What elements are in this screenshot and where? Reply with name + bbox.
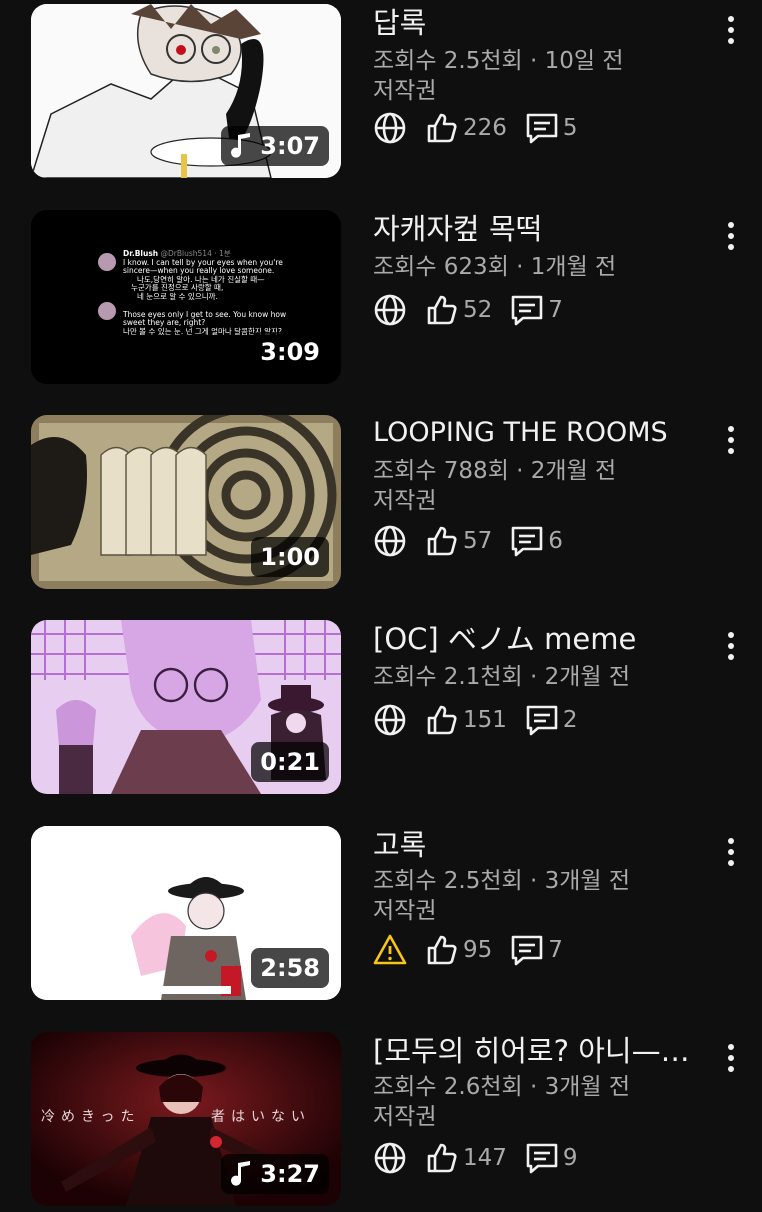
thumbs-up-icon	[425, 111, 459, 145]
video-meta: 조회수 2.6천회 · 3개월 전	[373, 1074, 631, 1100]
comment-count: 9	[562, 1145, 578, 1171]
license-label: 저작권	[373, 1104, 437, 1130]
video-title[interactable]: [모두의 히어로? 아니—…	[373, 1032, 703, 1070]
comment-icon	[510, 293, 544, 327]
video-title[interactable]: 자캐자컾 목떡	[373, 210, 703, 248]
video-stats: 95 7	[373, 930, 563, 970]
duration-text: 2:58	[260, 954, 320, 982]
comment-count: 7	[548, 297, 563, 323]
video-title[interactable]: [OC] ベノム meme	[373, 620, 703, 658]
comment-count: 6	[548, 528, 563, 554]
video-title[interactable]: LOOPING THE ROOMS	[373, 414, 703, 452]
video-item[interactable]: 2:58 고록 조회수 2.5천회 · 3개월 전 저작권 95 7	[0, 826, 762, 1006]
video-item[interactable]: Dr.Blush @DrBlush514 · 1분 I know. I can …	[0, 210, 762, 390]
video-stats: 52 7	[373, 290, 563, 330]
video-stats: 226 5	[373, 108, 578, 148]
comment-icon	[525, 703, 559, 737]
duration-badge: 2:58	[251, 948, 329, 988]
duration-badge: 0:21	[251, 742, 329, 782]
video-meta: 조회수 2.1천회 · 2개월 전	[373, 664, 631, 690]
duration-text: 1:00	[260, 543, 320, 571]
comment-icon	[510, 933, 544, 967]
more-options-button[interactable]	[716, 832, 746, 872]
more-options-button[interactable]	[716, 10, 746, 50]
video-thumbnail[interactable]: 1:00	[31, 415, 341, 589]
video-stats: 57 6	[373, 521, 563, 561]
thumbs-up-icon	[425, 933, 459, 967]
video-thumbnail[interactable]: Dr.Blush @DrBlush514 · 1분 I know. I can …	[31, 210, 341, 384]
duration-text: 0:21	[260, 748, 320, 776]
video-thumbnail[interactable]: 0:21	[31, 620, 341, 794]
globe-icon	[373, 293, 407, 327]
comment-count: 7	[548, 937, 563, 963]
comment-count: 2	[562, 707, 578, 733]
video-thumbnail[interactable]: 3:07	[31, 4, 341, 178]
video-thumbnail[interactable]: 2:58	[31, 826, 341, 1000]
thumbnail-caption-left: 冷めきった	[41, 1109, 141, 1125]
comment-icon	[525, 111, 559, 145]
music-note-icon	[231, 1161, 251, 1186]
video-title[interactable]: 고록	[373, 826, 703, 864]
duration-text: 3:09	[260, 338, 320, 366]
video-list: 3:07 답록 조회수 2.5천회 · 10일 전 저작권 226 5 Dr.B…	[0, 0, 762, 1206]
globe-icon	[373, 703, 407, 737]
license-label: 저작권	[373, 78, 437, 104]
duration-badge: 3:07	[221, 126, 329, 166]
more-options-button[interactable]	[716, 626, 746, 666]
more-options-button[interactable]	[716, 1038, 746, 1078]
duration-text: 3:27	[260, 1160, 320, 1188]
tweet-handle: @DrBlush514 · 1분	[160, 249, 231, 258]
video-meta: 조회수 2.5천회 · 3개월 전	[373, 868, 631, 894]
warning-icon	[373, 933, 407, 967]
like-count: 57	[463, 528, 493, 554]
comment-icon	[510, 524, 544, 558]
thumbs-up-icon	[425, 703, 459, 737]
duration-badge: 1:00	[251, 537, 329, 577]
video-thumbnail[interactable]: 冷めきった 者はいない 3:27	[31, 1032, 341, 1206]
like-count: 147	[463, 1145, 507, 1171]
video-stats: 151 2	[373, 700, 578, 740]
comment-count: 5	[562, 115, 578, 141]
thumbs-up-icon	[425, 293, 459, 327]
like-count: 151	[463, 707, 507, 733]
tweet-author: Dr.Blush	[123, 249, 159, 258]
duration-badge: 3:09	[251, 332, 329, 372]
more-options-button[interactable]	[716, 420, 746, 460]
comment-icon	[525, 1141, 559, 1175]
thumbs-up-icon	[425, 524, 459, 558]
video-item[interactable]: 3:07 답록 조회수 2.5천회 · 10일 전 저작권 226 5	[0, 4, 762, 184]
like-count: 95	[463, 937, 493, 963]
duration-text: 3:07	[260, 132, 320, 160]
video-title[interactable]: 답록	[373, 4, 703, 42]
globe-icon	[373, 111, 407, 145]
video-meta: 조회수 2.5천회 · 10일 전	[373, 48, 624, 74]
license-label: 저작권	[373, 488, 437, 514]
music-note-icon	[231, 133, 251, 158]
thumbs-up-icon	[425, 1141, 459, 1175]
globe-icon	[373, 524, 407, 558]
video-stats: 147 9	[373, 1138, 578, 1178]
tweet-text: Dr.Blush @DrBlush514 · 1분 I know. I can …	[123, 249, 333, 336]
duration-badge: 3:27	[221, 1154, 329, 1194]
video-meta: 조회수 623회 · 1개월 전	[373, 254, 617, 280]
video-item[interactable]: 冷めきった 者はいない 3:27 [모두의 히어로? 아니—… 조회수 2.6천…	[0, 1032, 762, 1212]
tweet-line: 네 눈으로 알 수 있으니까.	[137, 291, 218, 301]
license-label: 저작권	[373, 898, 437, 924]
video-item[interactable]: 1:00 LOOPING THE ROOMS 조회수 788회 · 2개월 전 …	[0, 414, 762, 594]
like-count: 226	[463, 115, 507, 141]
thumbnail-caption-right: 者はいない	[211, 1109, 311, 1125]
like-count: 52	[463, 297, 493, 323]
more-options-button[interactable]	[716, 216, 746, 256]
video-item[interactable]: 0:21 [OC] ベノム meme 조회수 2.1천회 · 2개월 전 151…	[0, 620, 762, 800]
video-meta: 조회수 788회 · 2개월 전	[373, 458, 617, 484]
globe-icon	[373, 1141, 407, 1175]
